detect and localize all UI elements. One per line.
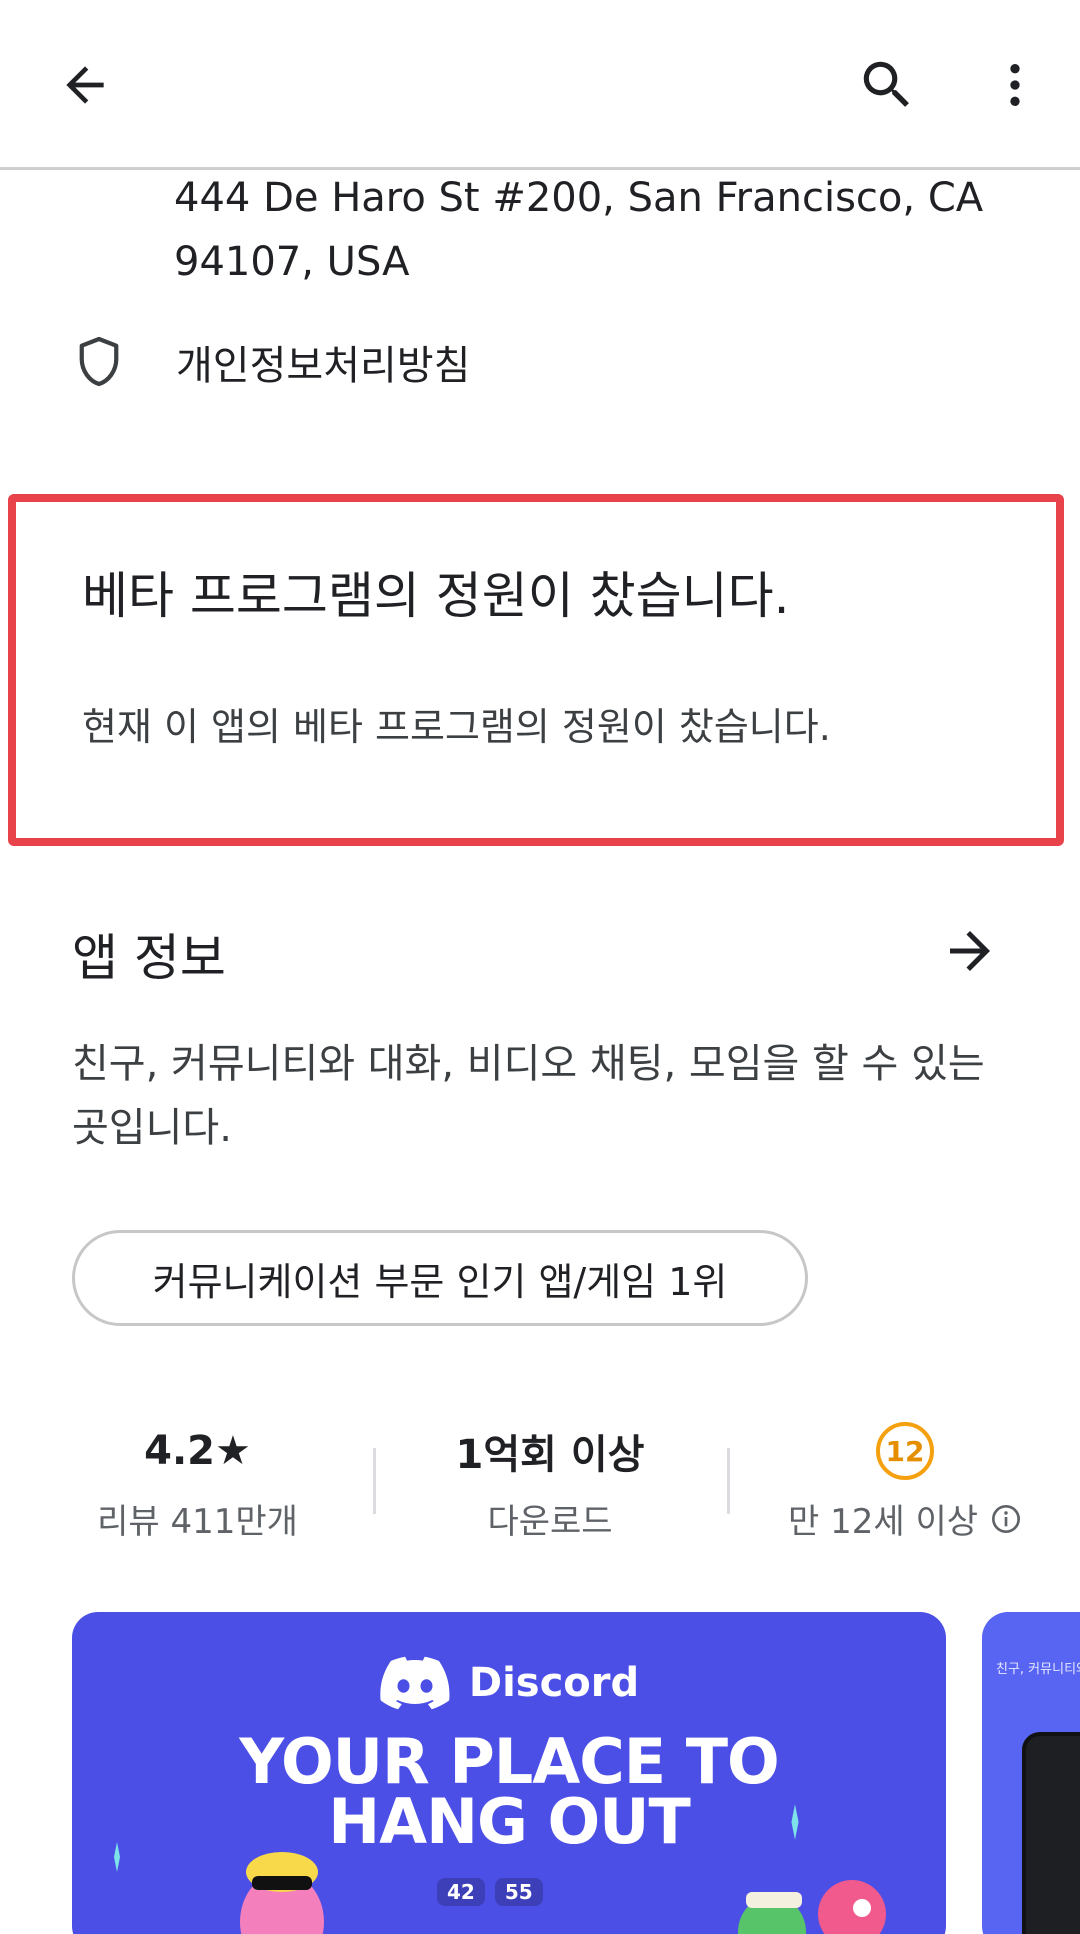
search-button[interactable] [842, 40, 932, 130]
sparkle-icon [791, 1804, 799, 1840]
top-app-bar [0, 0, 1080, 170]
beta-full-notice: 베타 프로그램의 정원이 찼습니다. 현재 이 앱의 베타 프로그램의 정원이 … [8, 494, 1064, 846]
developer-address[interactable]: 444 De Haro St #200, San Francisco, CA 9… [174, 166, 1024, 294]
phone-mockup [1022, 1732, 1080, 1934]
privacy-policy-label: 개인정보처리방침 [176, 343, 471, 389]
search-icon [863, 61, 909, 107]
screenshot-headline: YOUR PLACE TO HANG OUT [72, 1725, 946, 1858]
screenshot-2-caption: 친구, 커뮤니티와 대화 [996, 1662, 1080, 1677]
stat-divider [373, 1448, 376, 1514]
category-rank-chip[interactable]: 커뮤니케이션 부문 인기 앱/게임 1위 [72, 1230, 808, 1326]
back-button[interactable] [40, 40, 130, 130]
rating-stat: 4.2★ 리뷰 411만개 [70, 1420, 325, 1543]
more-options-button[interactable] [970, 40, 1060, 130]
app-info-heading[interactable]: 앱 정보 [72, 918, 226, 990]
age-rating-badge: 12 [876, 1422, 934, 1480]
stat-divider [727, 1448, 730, 1514]
count-pill: 42 [437, 1878, 485, 1906]
member-counts: 42 55 [437, 1878, 543, 1906]
beta-description: 현재 이 앱의 베타 프로그램의 정원이 찼습니다. [82, 705, 831, 749]
screenshot-1[interactable]: Discord YOUR PLACE TO HANG OUT 42 55 [72, 1612, 946, 1934]
age-rating-stat[interactable]: 12 만 12세 이상 [770, 1420, 1040, 1543]
sparkle-icon [114, 1842, 120, 1872]
shield-icon [74, 334, 124, 390]
discord-brand: Discord [72, 1656, 946, 1710]
privacy-policy-link[interactable]: 개인정보처리방침 [74, 330, 470, 394]
character-illustration [240, 1852, 324, 1934]
app-description: 친구, 커뮤니티와 대화, 비디오 채팅, 모임을 할 수 있는 곳입니다. [72, 1041, 985, 1151]
age-rating-label: 만 12세 이상 [788, 1502, 978, 1542]
discord-wordmark: Discord [468, 1660, 640, 1706]
arrow-left-icon [66, 66, 104, 104]
character-illustration [738, 1880, 886, 1934]
review-count: 리뷰 411만개 [97, 1502, 298, 1542]
headline-line-2: HANG OUT [328, 1785, 691, 1858]
more-vert-icon [1010, 64, 1020, 106]
rating-value: 4.2★ [144, 1428, 251, 1474]
app-info-arrow-button[interactable] [930, 916, 1010, 986]
screenshot-2[interactable]: 친구, 커뮤니티와 대화 [982, 1612, 1080, 1934]
count-pill: 55 [494, 1878, 543, 1906]
arrow-right-icon [950, 931, 990, 971]
downloads-label: 다운로드 [487, 1502, 613, 1542]
headline-line-1: YOUR PLACE TO [239, 1725, 779, 1798]
beta-title: 베타 프로그램의 정원이 찼습니다. [82, 567, 790, 625]
downloads-stat: 1억회 이상 다운로드 [400, 1420, 700, 1543]
downloads-value: 1억회 이상 [455, 1432, 645, 1478]
info-icon[interactable] [990, 1503, 1022, 1535]
discord-logo-icon [380, 1656, 450, 1710]
